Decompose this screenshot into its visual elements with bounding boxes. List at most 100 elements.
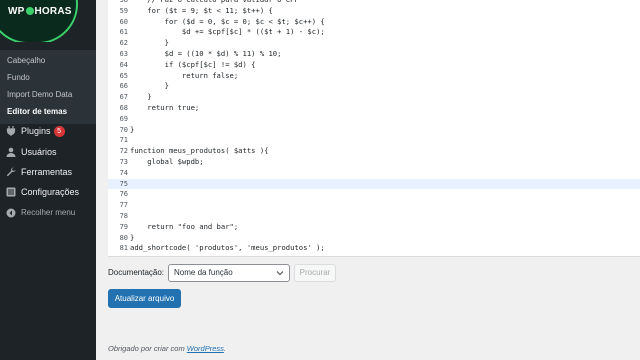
line-number: 71 bbox=[119, 136, 128, 145]
update-count-badge: 5 bbox=[53, 126, 65, 137]
code-text[interactable]: } bbox=[130, 81, 169, 92]
function-name-select[interactable]: Nome da função bbox=[168, 264, 290, 282]
line-number: 72 bbox=[119, 147, 128, 156]
update-file-button[interactable]: Atualizar arquivo bbox=[108, 289, 181, 308]
code-line[interactable]: 78 bbox=[108, 211, 640, 222]
code-text[interactable]: } bbox=[130, 125, 134, 136]
code-line-active[interactable]: 75 bbox=[108, 178, 640, 190]
line-number: 63 bbox=[119, 50, 128, 58]
site-logo[interactable]: WP HORAS bbox=[0, 0, 96, 42]
code-line[interactable]: 74 bbox=[108, 168, 640, 179]
code-line[interactable]: 76 bbox=[108, 189, 640, 200]
code-text[interactable]: for ($t = 9; $t < 11; $t++) { bbox=[130, 6, 273, 17]
sidebar-item-users[interactable]: Usuários bbox=[0, 142, 96, 162]
line-number: 69 bbox=[119, 114, 128, 123]
sidebar-item-label: Plugins bbox=[21, 126, 51, 136]
code-line[interactable]: 71 bbox=[108, 135, 640, 146]
function-name-select-value: Nome da função bbox=[174, 268, 233, 277]
submenu-item-theme-editor[interactable]: Editor de temas bbox=[0, 103, 96, 120]
code-line[interactable]: 69 bbox=[108, 114, 640, 125]
sidebar-item-label: Ferramentas bbox=[21, 167, 73, 177]
code-line[interactable]: 81 add_shortcode( 'produtos', 'meus_produ… bbox=[108, 243, 640, 254]
code-line[interactable]: 77 bbox=[108, 200, 640, 211]
code-text[interactable]: global $wpdb; bbox=[130, 157, 203, 168]
chevron-down-icon bbox=[276, 271, 284, 276]
line-number: 62 bbox=[119, 39, 128, 48]
code-text[interactable]: for ($d = 0, $c = 0; $c < $t; $c++) { bbox=[130, 17, 325, 28]
code-text[interactable]: add_shortcode( 'produtos', 'meus_produto… bbox=[130, 243, 325, 254]
code-text[interactable]: } bbox=[130, 233, 134, 244]
sidebar-item-tools[interactable]: Ferramentas bbox=[0, 162, 96, 182]
appearance-submenu: Cabeçalho Fundo Import Demo Data Editor … bbox=[0, 50, 96, 124]
collapse-menu-button[interactable]: Recolher menu bbox=[0, 203, 96, 223]
line-number: 76 bbox=[119, 190, 128, 199]
code-line[interactable]: 64 if ($cpf[$c] != $d) { bbox=[108, 60, 640, 71]
line-number: 59 bbox=[119, 6, 128, 15]
code-line[interactable]: 67 } bbox=[108, 92, 640, 103]
line-number: 67 bbox=[119, 93, 128, 102]
sidebar-item-settings[interactable]: Configurações bbox=[0, 182, 96, 202]
collapse-arrow-icon bbox=[6, 208, 16, 218]
line-number: 60 bbox=[119, 17, 128, 26]
lookup-button[interactable]: Procurar bbox=[294, 264, 336, 282]
admin-footer: Obrigado por criar com WordPress. bbox=[108, 344, 226, 353]
line-number: 78 bbox=[119, 212, 128, 220]
code-line[interactable]: 65 return false; bbox=[108, 71, 640, 82]
code-line[interactable]: 73 global $wpdb; bbox=[108, 157, 640, 168]
code-line[interactable]: 79 return "foo and bar"; bbox=[108, 222, 640, 233]
code-line[interactable]: 62 } bbox=[108, 38, 640, 49]
line-number: 65 bbox=[119, 71, 128, 80]
code-text[interactable]: return false; bbox=[130, 71, 238, 82]
line-number: 77 bbox=[119, 201, 128, 210]
code-text[interactable]: $d += $cpf[$c] * (($t + 1) - $c); bbox=[130, 27, 325, 38]
submenu-item-import-demo[interactable]: Import Demo Data bbox=[0, 86, 96, 103]
code-line[interactable]: 61 $d += $cpf[$c] * (($t + 1) - $c); bbox=[108, 27, 640, 38]
line-number: 74 bbox=[119, 168, 128, 177]
admin-sidebar: WP HORAS Cabeçalho Fundo Import Demo Data… bbox=[0, 0, 96, 360]
submenu-item-background[interactable]: Fundo bbox=[0, 69, 96, 86]
submenu-item-header[interactable]: Cabeçalho bbox=[0, 52, 96, 69]
code-line[interactable]: 72 function meus_produtos( $atts ){ bbox=[108, 146, 640, 157]
code-line[interactable]: 80} bbox=[108, 233, 640, 244]
collapse-menu-label: Recolher menu bbox=[21, 208, 76, 217]
line-number: 73 bbox=[119, 158, 128, 166]
line-number: 64 bbox=[119, 60, 128, 69]
line-number: 68 bbox=[119, 104, 128, 112]
code-line[interactable]: 70} bbox=[108, 125, 640, 136]
code-line[interactable]: 60 for ($d = 0, $c = 0; $c < $t; $c++) { bbox=[108, 17, 640, 28]
code-text[interactable]: function meus_produtos( $atts ){ bbox=[130, 146, 268, 157]
sidebar-item-label: Configurações bbox=[21, 187, 80, 197]
line-number: 81 bbox=[119, 244, 128, 253]
sidebar-item-label: Usuários bbox=[21, 147, 57, 157]
footer-text: Obrigado por criar com bbox=[108, 344, 187, 353]
code-text[interactable]: $d = ((10 * $d) % 11) % 10; bbox=[130, 49, 282, 60]
clock-icon bbox=[25, 7, 34, 15]
line-number: 70 bbox=[119, 125, 128, 134]
documentation-label: Documentação: bbox=[108, 268, 165, 277]
settings-icon bbox=[6, 187, 16, 197]
logo-text-right: HORAS bbox=[34, 6, 72, 17]
plug-icon bbox=[6, 126, 16, 136]
code-text[interactable]: } bbox=[130, 38, 169, 49]
logo-text: WP HORAS bbox=[8, 6, 72, 17]
sidebar-item-plugins[interactable]: Plugins 5 bbox=[0, 121, 96, 141]
users-icon bbox=[6, 147, 16, 157]
logo-text-left: WP bbox=[8, 6, 25, 17]
code-text[interactable]: return "foo and bar"; bbox=[130, 222, 238, 233]
code-line[interactable]: 63 $d = ((10 * $d) % 11) % 10; bbox=[108, 49, 640, 60]
line-number: 79 bbox=[119, 222, 128, 231]
footer-suffix: . bbox=[223, 344, 226, 353]
line-number: 75 bbox=[119, 179, 128, 188]
code-line[interactable]: 59 for ($t = 9; $t < 11; $t++) { bbox=[108, 6, 640, 17]
line-number: 66 bbox=[119, 82, 128, 91]
wrench-icon bbox=[6, 167, 16, 177]
code-editor[interactable]: 58 // Faz o cálculo para validar o CPF59… bbox=[108, 0, 640, 257]
code-line[interactable]: 66 } bbox=[108, 81, 640, 92]
line-number: 80 bbox=[119, 233, 128, 242]
code-text[interactable]: } bbox=[130, 92, 151, 103]
code-text[interactable]: return true; bbox=[130, 103, 199, 114]
wordpress-link[interactable]: WordPress bbox=[187, 344, 224, 353]
code-line[interactable]: 68 return true; bbox=[108, 103, 640, 114]
line-number: 61 bbox=[119, 28, 128, 37]
code-text[interactable]: if ($cpf[$c] != $d) { bbox=[130, 60, 256, 71]
